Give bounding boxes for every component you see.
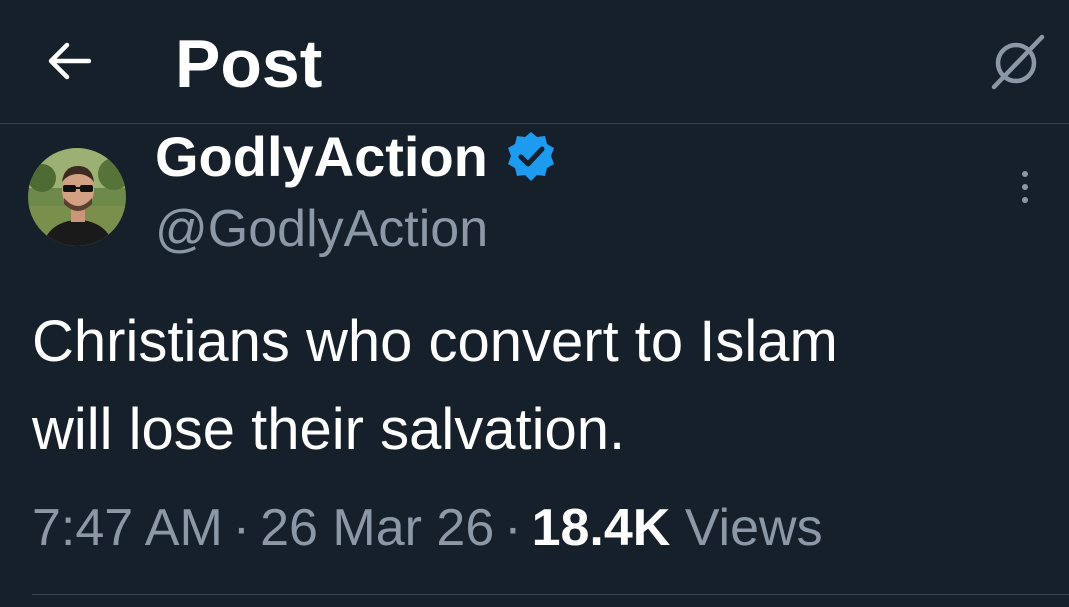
post-page: Post GodlyAction @GodlyAction Christians… [0,0,1069,607]
page-title: Post [175,26,323,102]
post-text-line: Christians who convert to Islam [32,309,838,374]
post-date[interactable]: 26 Mar 26 [260,499,494,557]
divider [32,594,1069,595]
avatar-photo [28,148,126,246]
verified-badge-icon [507,132,554,181]
grok-icon [991,34,1045,90]
post-text: Christians who convert to Islam will los… [32,298,1057,474]
author-display-name[interactable]: GodlyAction [155,124,488,190]
back-button[interactable] [38,30,100,92]
more-vertical-icon-dot [1022,184,1028,190]
more-options-button[interactable] [1003,162,1047,212]
more-vertical-icon [1022,171,1028,177]
post-text-line: will lose their salvation. [32,397,626,462]
more-vertical-icon-dot [1022,197,1028,203]
top-bar: Post [0,0,1069,124]
meta-separator: · [232,499,251,557]
avatar[interactable] [28,148,126,246]
grok-button[interactable] [985,28,1051,94]
views-label: Views [684,499,823,557]
post-meta: 7:47 AM · 26 Mar 26 · 18.4K Views [32,493,823,563]
post-time[interactable]: 7:47 AM [32,499,223,557]
views-count: 18.4K [531,499,671,557]
author-name-row: GodlyAction [155,124,558,190]
meta-separator: · [504,499,522,557]
arrow-left-icon [48,42,91,80]
author-handle[interactable]: @GodlyAction [155,198,488,260]
